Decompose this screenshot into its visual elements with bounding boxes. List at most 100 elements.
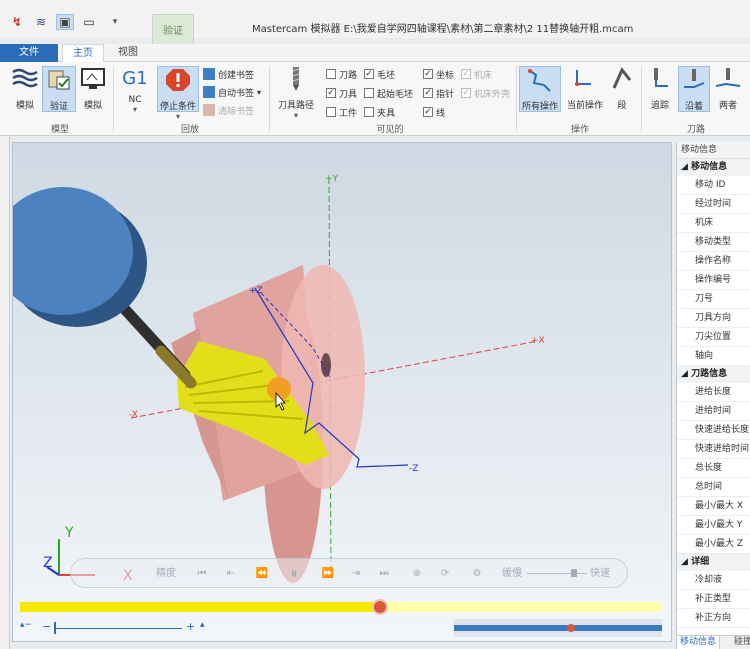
- precision-label: 精度: [156, 568, 176, 579]
- ribbon-separator: [269, 66, 270, 132]
- section-toolpath-info[interactable]: ◢ 刀路信息: [677, 366, 750, 383]
- tab-move-info[interactable]: 移动信息: [677, 636, 721, 649]
- property-row: 补正类型: [677, 590, 750, 609]
- checkbox-box-checked: ✓: [461, 88, 471, 98]
- context-tab-top-label: 验证: [163, 26, 183, 37]
- checkbox-initial-stock[interactable]: 起始毛坯: [364, 86, 413, 100]
- tab-home[interactable]: 主页: [62, 44, 104, 62]
- current-operation-button[interactable]: 当前操作: [565, 66, 605, 112]
- tab-collision[interactable]: 碰撞: [731, 636, 750, 649]
- zoom-slider-thumb[interactable]: [54, 622, 56, 634]
- toolpath-group-button[interactable]: 刀具路径 ▾: [276, 66, 316, 120]
- ribbon-separator: [113, 66, 114, 132]
- both-label: 两者: [718, 101, 737, 111]
- checkbox-machine-housing[interactable]: ✓ 机床外壳: [461, 86, 510, 100]
- bookmark-add-icon[interactable]: ⊕: [407, 566, 427, 582]
- minimap-bar: [454, 625, 662, 631]
- checkbox-tool-path[interactable]: 刀路: [326, 67, 357, 81]
- checkbox-pointer[interactable]: ✓ 指针: [423, 86, 454, 100]
- checkbox-box: [326, 69, 336, 79]
- both-button[interactable]: 两者: [712, 66, 744, 112]
- tab-file[interactable]: 文件: [0, 44, 58, 62]
- step-back-button[interactable]: ⇤: [221, 566, 241, 582]
- ribbon-tab-row: 文件 主页 视图: [0, 44, 750, 62]
- go-start-button[interactable]: ⏮: [191, 566, 213, 582]
- step-forward-button[interactable]: ⇥: [345, 566, 367, 582]
- nc-button[interactable]: G1 NC ▾: [118, 66, 152, 114]
- monitor-quick-icon[interactable]: ▭: [80, 14, 98, 30]
- property-row: 最小/最大 X: [677, 497, 750, 516]
- speed-slider[interactable]: [527, 573, 587, 574]
- left-panel-strip: [0, 137, 10, 649]
- property-row: 总长度: [677, 459, 750, 478]
- create-bookmark-button[interactable]: 创建书签: [203, 67, 254, 81]
- quick-access-dropdown-icon[interactable]: ▾: [106, 14, 124, 30]
- collapse-icon: ◢: [681, 557, 692, 567]
- along-button[interactable]: 沿着: [678, 66, 710, 112]
- checkbox-line[interactable]: ✓ 线: [423, 105, 445, 119]
- checkbox-tool[interactable]: ✓ 刀具: [326, 86, 357, 100]
- simulate2-button[interactable]: 模拟: [76, 66, 110, 112]
- section-move-info[interactable]: ◢ 移动信息: [677, 159, 750, 176]
- checkbox-workpiece[interactable]: 工件: [326, 105, 357, 119]
- rewind-button[interactable]: ⏪: [251, 566, 273, 582]
- nc-dropdown-icon: ▾: [132, 105, 137, 114]
- zoom-in-large-icon[interactable]: ▴: [200, 620, 205, 630]
- stop-condition-dropdown-icon: ▾: [175, 112, 180, 121]
- progress-thumb[interactable]: [371, 599, 388, 615]
- checkbox-stock[interactable]: ✓ 毛坯: [364, 67, 395, 81]
- along-label: 沿着: [684, 102, 703, 112]
- g1-icon: G1: [122, 68, 148, 89]
- group-label-playback: 回放: [180, 125, 199, 135]
- tab-view[interactable]: 视图: [110, 44, 146, 62]
- toolpath-info-rows: 进给长度 进给时间 快速进给长度 快速进给时间 总长度 总时间 最小/最大 X 最小/最大 Y…: [677, 383, 750, 554]
- checkbox-box-checked: ✓: [423, 69, 433, 79]
- verify-button[interactable]: 验证: [42, 66, 76, 112]
- monitor-icon: [81, 68, 105, 89]
- all-operations-button[interactable]: 所有操作: [519, 66, 561, 112]
- settings-icon[interactable]: ⚙: [467, 566, 487, 582]
- checkbox-axis[interactable]: ✓ 坐标: [423, 67, 454, 81]
- panel-tabs: 移动信息 碰撞: [677, 635, 750, 649]
- all-operations-icon: [528, 69, 551, 92]
- trace-back-button[interactable]: 追踪: [644, 66, 676, 112]
- auto-bookmark-button[interactable]: 自动书签 ▾: [203, 85, 261, 99]
- zoom-slider[interactable]: [54, 628, 182, 629]
- progress-track[interactable]: [20, 599, 662, 615]
- zoom-in-icon[interactable]: +: [186, 620, 195, 633]
- stop-condition-button[interactable]: 停止条件 ▾: [157, 66, 199, 121]
- property-row: 机床: [677, 214, 750, 233]
- checkbox-box-checked: ✓: [423, 88, 433, 98]
- bookmark-plus-icon: [203, 68, 215, 80]
- play-button[interactable]: ⏩: [315, 566, 341, 582]
- trace-back-icon: [654, 68, 668, 87]
- panel-title: 移动信息: [677, 142, 750, 159]
- triad-label-z: Z: [43, 555, 53, 571]
- segment-icon: [612, 67, 632, 89]
- zoom-control: ▴− − + ▴: [18, 620, 218, 636]
- fast-label: 快速: [590, 568, 610, 579]
- section-detail[interactable]: ◢ 详细: [677, 554, 750, 571]
- verify-quick-icon[interactable]: ▣: [56, 14, 74, 30]
- timeline-minimap[interactable]: [454, 619, 662, 637]
- stop-condition-label: 停止条件: [159, 102, 196, 112]
- speed-slider-thumb[interactable]: [571, 569, 577, 577]
- property-row: 进给长度: [677, 383, 750, 402]
- simulate-button[interactable]: 模拟: [8, 66, 42, 112]
- pause-button[interactable]: ⏸: [283, 566, 305, 582]
- stop-icon: [166, 69, 190, 91]
- property-row: 最小/最大 Z: [677, 535, 750, 554]
- go-end-button[interactable]: ⏭: [373, 566, 395, 582]
- segment-button[interactable]: 段: [607, 66, 637, 112]
- property-row: 刀尖位置: [677, 328, 750, 347]
- checkbox-machine[interactable]: ✓ 机床: [461, 67, 492, 81]
- checkbox-fixture[interactable]: 夹具: [364, 105, 395, 119]
- loop-icon[interactable]: ⟳: [435, 566, 455, 582]
- auto-bookmark-icon: [203, 86, 215, 98]
- zoom-out-small-icon[interactable]: ▴−: [20, 620, 32, 630]
- zoom-out-icon[interactable]: −: [42, 620, 51, 633]
- verify-icon: [48, 70, 70, 90]
- toolpath-group-dropdown-icon: ▾: [293, 111, 298, 120]
- simulate-quick-icon[interactable]: ≋: [32, 14, 50, 30]
- clear-bookmark-button[interactable]: 清除书签: [203, 103, 254, 117]
